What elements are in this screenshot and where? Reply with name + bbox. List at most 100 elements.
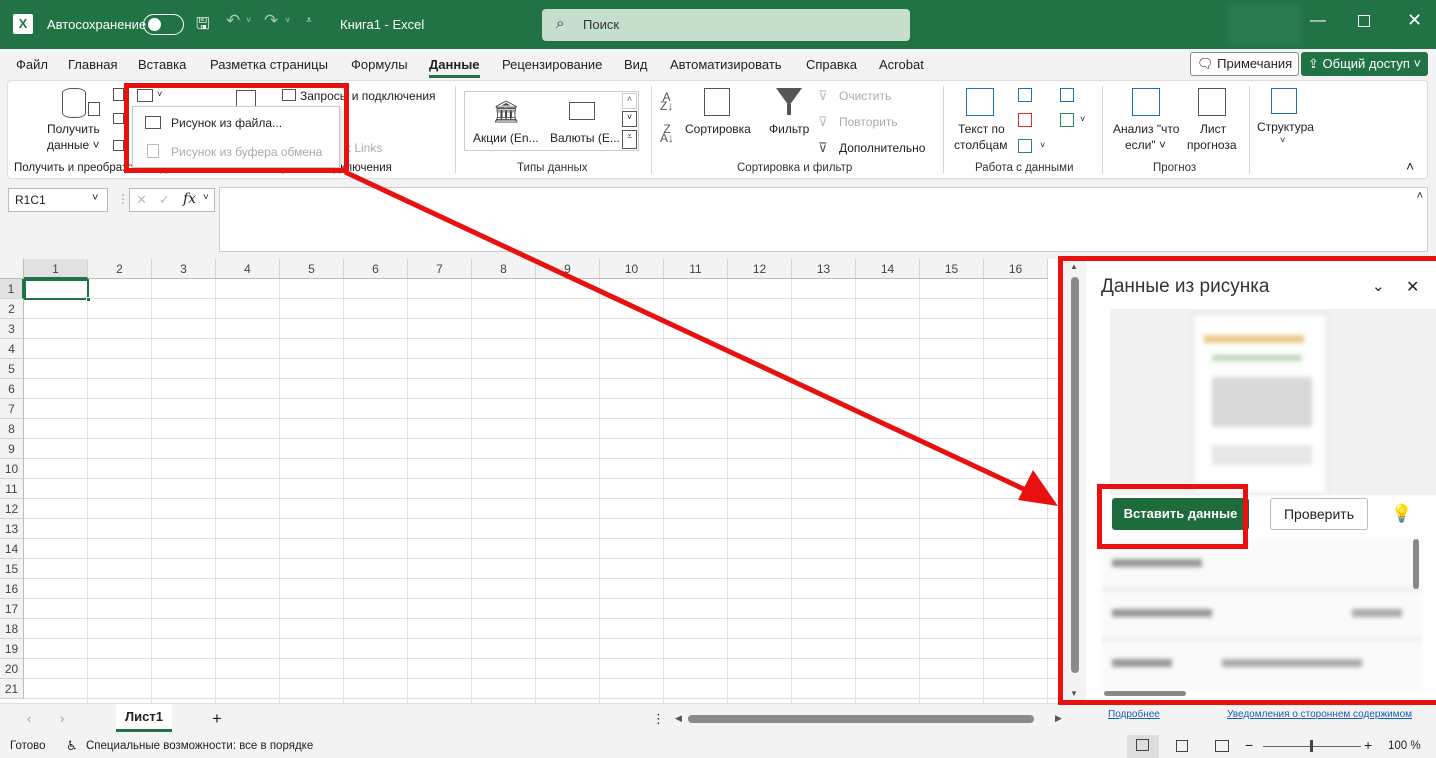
tab-file[interactable]: Файл xyxy=(16,57,48,72)
tab-view[interactable]: Вид xyxy=(624,57,648,72)
row-header[interactable]: 2 xyxy=(0,299,24,319)
formula-input[interactable]: ˄ xyxy=(219,187,1428,252)
outline-button[interactable]: Структура xyxy=(1257,120,1314,134)
row-header[interactable]: 8 xyxy=(0,419,24,439)
row-header[interactable]: 21 xyxy=(0,679,24,699)
expand-formula-icon[interactable]: ˄ xyxy=(1417,190,1423,202)
column-header[interactable]: 15 xyxy=(920,259,984,279)
from-web-icon[interactable] xyxy=(113,113,124,124)
what-if-button[interactable]: Анализ "что xyxy=(1113,122,1179,136)
column-header[interactable]: 11 xyxy=(664,259,728,279)
row-header[interactable]: 18 xyxy=(0,619,24,639)
gallery-scroll-down-icon[interactable]: ˅ xyxy=(622,111,637,127)
get-data-button[interactable]: Получить xyxy=(47,122,100,136)
column-header[interactable]: 5 xyxy=(280,259,344,279)
autosave-toggle[interactable] xyxy=(143,14,184,35)
row-header[interactable]: 6 xyxy=(0,379,24,399)
customize-qat-icon[interactable]: ⩡ xyxy=(306,15,312,26)
from-text-icon[interactable] xyxy=(113,88,124,101)
sheet-tab[interactable]: Лист1 xyxy=(116,704,172,732)
data-model-dropdown-icon[interactable]: ˅ xyxy=(1080,114,1085,124)
consolidate-icon[interactable] xyxy=(1060,88,1074,102)
active-cell[interactable] xyxy=(24,279,89,300)
undo-dropdown-icon[interactable]: ˅ xyxy=(246,15,251,25)
worksheet-grid[interactable]: 1 2 3 4 5 6 7 8 9 10 11 12 13 14 15 16 1 2 3 4 5 6 7 8 9 10 11 12 1… xyxy=(0,259,1060,703)
undo-icon[interactable]: ↶ xyxy=(226,11,240,31)
name-box[interactable]: R1C1 ˅ xyxy=(8,188,108,212)
row-header[interactable]: 19 xyxy=(0,639,24,659)
currencies-button[interactable]: Валюты (E... xyxy=(550,131,620,145)
column-header[interactable]: 1 xyxy=(24,259,88,279)
fill-handle[interactable] xyxy=(86,297,91,302)
column-header[interactable]: 12 xyxy=(728,259,792,279)
column-header[interactable]: 2 xyxy=(88,259,152,279)
row-header[interactable]: 15 xyxy=(0,559,24,579)
tab-formulas[interactable]: Формулы xyxy=(351,57,408,72)
insert-function-icon[interactable]: fx xyxy=(183,191,196,207)
tab-acrobat[interactable]: Acrobat xyxy=(879,57,924,72)
row-header[interactable]: 13 xyxy=(0,519,24,539)
from-table-icon[interactable] xyxy=(113,140,124,151)
tab-page-layout[interactable]: Разметка страницы xyxy=(210,57,328,72)
next-sheet-icon[interactable]: › xyxy=(60,711,64,726)
fx-dropdown-icon[interactable]: ˅ xyxy=(203,192,209,203)
redo-dropdown-icon[interactable]: ˅ xyxy=(285,15,290,25)
text-to-columns-button[interactable]: Текст по xyxy=(958,122,1005,136)
text-to-columns-button-line2[interactable]: столбцам xyxy=(954,138,1007,152)
page-break-view-icon[interactable] xyxy=(1215,740,1229,752)
row-header[interactable]: 1 xyxy=(0,279,24,299)
row-header[interactable]: 14 xyxy=(0,539,24,559)
share-button[interactable]: ⇪ Общий доступ ˅ xyxy=(1301,52,1429,76)
stocks-button[interactable]: Акции (En... xyxy=(473,131,539,145)
zoom-out-icon[interactable]: − xyxy=(1245,737,1253,753)
save-icon[interactable]: 🖫 xyxy=(196,13,210,40)
data-model-icon[interactable] xyxy=(1060,113,1074,127)
sort-button[interactable]: Сортировка xyxy=(685,122,751,136)
filter-button[interactable]: Фильтр xyxy=(769,122,809,136)
hscroll-right-icon[interactable]: ▶ xyxy=(1055,713,1062,724)
clear-button[interactable]: Очистить xyxy=(839,89,891,103)
collapse-ribbon-icon[interactable]: ˄ xyxy=(1406,158,1414,174)
tab-data[interactable]: Данные xyxy=(429,57,480,78)
row-header[interactable]: 5 xyxy=(0,359,24,379)
what-if-button-line2[interactable]: если" ˅ xyxy=(1125,138,1166,152)
select-all-corner[interactable] xyxy=(0,259,24,279)
flash-fill-icon[interactable] xyxy=(1018,88,1032,102)
forecast-sheet-button[interactable]: Лист xyxy=(1200,122,1226,136)
column-header[interactable]: 7 xyxy=(408,259,472,279)
add-sheet-icon[interactable]: + xyxy=(212,709,222,729)
chevron-down-icon[interactable]: ˅ xyxy=(92,192,98,204)
column-header[interactable]: 10 xyxy=(600,259,664,279)
gallery-scroll-up-icon[interactable]: ˄ xyxy=(622,93,637,109)
row-header[interactable]: 7 xyxy=(0,399,24,419)
column-header[interactable]: 14 xyxy=(856,259,920,279)
column-header[interactable]: 8 xyxy=(472,259,536,279)
zoom-in-icon[interactable]: + xyxy=(1364,737,1372,753)
sort-za-icon[interactable]: Z A↓ xyxy=(660,123,674,144)
horizontal-scroll-thumb[interactable] xyxy=(688,715,1034,723)
confirm-formula-icon[interactable]: ✓ xyxy=(159,192,170,208)
edit-links-button[interactable]: k Links xyxy=(345,141,382,155)
tab-insert[interactable]: Вставка xyxy=(138,57,186,72)
learn-more-link[interactable]: Подробнее xyxy=(1108,709,1160,720)
tab-home[interactable]: Главная xyxy=(68,57,117,72)
row-header[interactable]: 20 xyxy=(0,659,24,679)
prev-sheet-icon[interactable]: ‹ xyxy=(27,711,31,726)
redo-icon[interactable]: ↷ xyxy=(264,11,278,31)
column-header[interactable]: 13 xyxy=(792,259,856,279)
row-header[interactable]: 4 xyxy=(0,339,24,359)
tab-help[interactable]: Справка xyxy=(806,57,857,72)
page-layout-view-icon[interactable] xyxy=(1176,740,1188,752)
row-header[interactable]: 16 xyxy=(0,579,24,599)
accessibility-status[interactable]: Специальные возможности: все в порядке xyxy=(86,740,313,752)
column-header[interactable]: 9 xyxy=(536,259,600,279)
avatar[interactable] xyxy=(1230,5,1300,45)
column-header[interactable]: 4 xyxy=(216,259,280,279)
column-header[interactable]: 16 xyxy=(984,259,1048,279)
minimize-icon[interactable]: — xyxy=(1310,12,1326,30)
reapply-button[interactable]: Повторить xyxy=(839,115,898,129)
advanced-button[interactable]: Дополнительно xyxy=(839,141,925,155)
remove-duplicates-icon[interactable] xyxy=(1018,113,1032,127)
sort-az-icon[interactable]: A Z↓ xyxy=(660,91,673,112)
zoom-level[interactable]: 100 % xyxy=(1388,740,1421,752)
